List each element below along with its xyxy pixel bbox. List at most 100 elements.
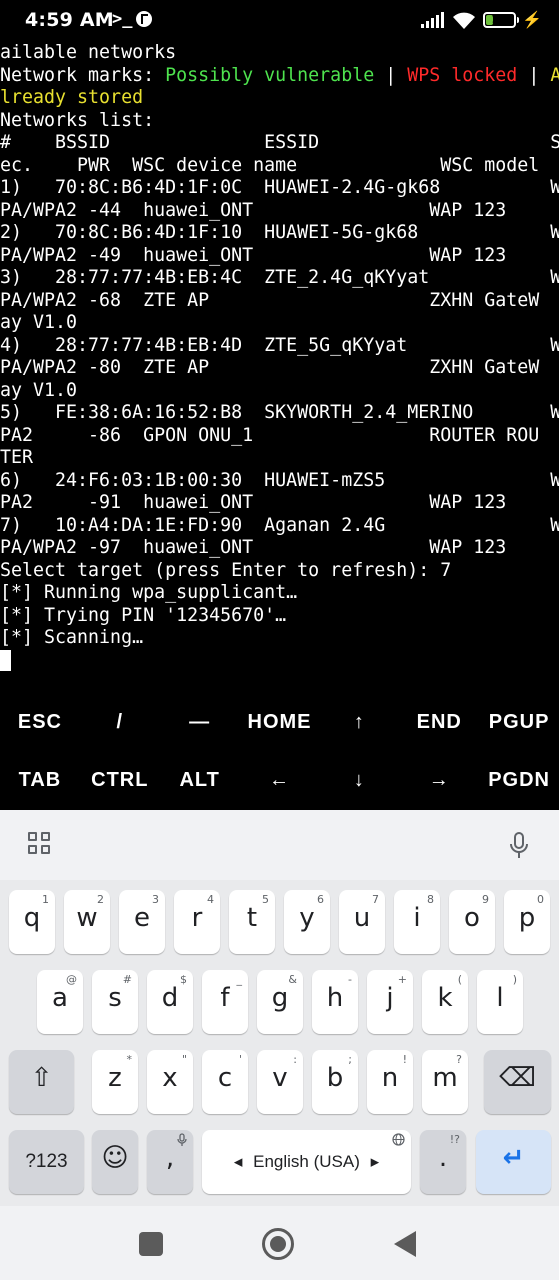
terminal-line: Select target (press Enter to refresh): … (0, 560, 559, 583)
extra-key-2-4[interactable]: ← (240, 750, 320, 808)
key-m[interactable]: m? (422, 1050, 468, 1114)
key-b[interactable]: b; (312, 1050, 358, 1114)
key-b-label: b (326, 1063, 344, 1093)
extra-key-1-4[interactable]: HOME (240, 692, 320, 750)
key-l[interactable]: l) (477, 970, 523, 1034)
key-h[interactable]: h- (312, 970, 358, 1034)
app-notification-icon (136, 11, 152, 27)
symbols-key-label: ?123 (25, 1151, 68, 1172)
key-o-hint: 9 (482, 893, 489, 906)
key-b-hint: ; (348, 1053, 352, 1066)
extra-key-2-7[interactable]: PGDN (479, 750, 559, 808)
terminal-text: 6) 24:F6:03:1B:00:30 HUAWEI-mZS5 W (0, 469, 559, 491)
key-p-label: p (518, 903, 536, 933)
terminal-text: | (517, 64, 551, 86)
key-g[interactable]: g & (257, 970, 303, 1034)
shift-key[interactable]: ⇧ (9, 1050, 74, 1114)
key-q[interactable]: q1 (9, 890, 55, 954)
extra-key-2-1[interactable]: TAB (0, 750, 80, 808)
key-c[interactable]: c ' (202, 1050, 248, 1114)
terminal-text: PA/WPA2 -68 ZTE AP ZXHN GateW (0, 289, 540, 311)
home-button[interactable] (262, 1228, 294, 1260)
key-t-label: t (246, 903, 258, 933)
extra-key-1-7[interactable]: PGUP (479, 692, 559, 750)
key-t[interactable]: t5 (229, 890, 275, 954)
space-key[interactable]: ◂ English (USA) ▸ (202, 1130, 411, 1194)
terminal-line: 6) 24:F6:03:1B:00:30 HUAWEI-mZS5 W (0, 470, 559, 493)
enter-key-label: ↵ (502, 1143, 525, 1173)
symbols-key[interactable]: ?123 (9, 1130, 84, 1194)
terminal-line: lready stored (0, 87, 559, 110)
extra-key-1-6[interactable]: END (399, 692, 479, 750)
key-v[interactable]: v: (257, 1050, 303, 1114)
terminal-line: 2) 70:8C:B6:4D:1F:10 HUAWEI-5G-gk68 W (0, 222, 559, 245)
key-x[interactable]: x " (147, 1050, 193, 1114)
terminal-text: # BSSID ESSID S (0, 132, 559, 153)
extra-keys-bar: ESC / — HOME ↑ END PGUP TAB CTRL ALT ← ↓ → PGDN (0, 692, 559, 810)
key-n-label: n (381, 1063, 399, 1093)
terminal-line: [*] Scanning… (0, 627, 559, 650)
key-f[interactable]: f _ (202, 970, 248, 1034)
key-t-hint: 5 (262, 893, 269, 906)
recents-button[interactable] (139, 1232, 163, 1256)
terminal-line: [*] Running wpa_supplicant… (0, 582, 559, 605)
key-n[interactable]: n! (367, 1050, 413, 1114)
key-c-hint: ' (238, 1053, 242, 1066)
key-j[interactable]: j + (367, 970, 413, 1034)
key-d[interactable]: d $ (147, 970, 193, 1034)
terminal-output[interactable]: ailable networks Network marks: Possibly … (0, 42, 559, 682)
key-a[interactable]: a @ (37, 970, 83, 1034)
key-r[interactable]: r4 (174, 890, 220, 954)
key-a-label: a (52, 983, 68, 1013)
extra-key-2-6[interactable]: → (399, 750, 479, 808)
extra-key-2-3[interactable]: ALT (160, 750, 240, 808)
key-k[interactable]: k( (422, 970, 468, 1034)
microphone-icon[interactable] (508, 832, 530, 860)
backspace-key[interactable]: ⌫ (484, 1050, 551, 1114)
key-y[interactable]: y6 (284, 890, 330, 954)
emoji-key-label: ☺ (101, 1143, 129, 1173)
key-p[interactable]: p0 (504, 890, 550, 954)
charging-icon: ⚡ (522, 12, 542, 29)
period-key[interactable]: .!? (420, 1130, 466, 1194)
extra-key-1-3[interactable]: — (160, 692, 240, 750)
terminal-line: [*] Trying PIN '12345670'… (0, 605, 559, 628)
key-v-label: v (272, 1063, 288, 1093)
signal-icon (421, 12, 445, 28)
terminal-line: PA/WPA2 -44 huawei_ONT WAP 123 (0, 200, 559, 223)
key-j-hint: + (397, 973, 407, 986)
soft-keyboard: q 1 w 2 e 3 r 4 t 5 y 6 u 7 i 8 o 9 p 0 a @ s # d $ f _ g & h - j + k(l) ⇧ z… (0, 810, 559, 1206)
extra-key-1-2[interactable]: / (80, 692, 160, 750)
terminal-line: ec. PWR WSC device name WSC model (0, 155, 559, 178)
emoji-key[interactable]: ☺ (92, 1130, 138, 1194)
key-q-hint: 1 (42, 893, 49, 906)
terminal-text: ailable networks (0, 42, 177, 63)
key-x-label: x (162, 1063, 178, 1093)
key-s[interactable]: s # (92, 970, 138, 1034)
key-i[interactable]: i8 (394, 890, 440, 954)
key-l-label: l (496, 983, 504, 1013)
key-z[interactable]: z * (92, 1050, 138, 1114)
extra-key-1-5[interactable]: ↑ (319, 692, 399, 750)
extra-key-1-1[interactable]: ESC (0, 692, 80, 750)
key-e[interactable]: e3 (119, 890, 165, 954)
back-button[interactable] (394, 1231, 416, 1257)
key-c-label: c (217, 1063, 233, 1093)
key-w[interactable]: w2 (64, 890, 110, 954)
comma-key[interactable]: , (147, 1130, 193, 1194)
terminal-line: 4) 28:77:77:4B:EB:4D ZTE_5G_qKYyat W (0, 335, 559, 358)
key-u-hint: 7 (372, 893, 379, 906)
extra-key-2-2[interactable]: CTRL (80, 750, 160, 808)
key-g-hint: & (288, 973, 297, 986)
apps-grid-icon[interactable] (28, 832, 52, 856)
enter-key[interactable]: ↵ (476, 1130, 551, 1194)
key-r-label: r (191, 903, 203, 933)
terminal-notification-icon: >_ (112, 9, 133, 29)
key-o[interactable]: o9 (449, 890, 495, 954)
extra-key-2-5[interactable]: ↓ (319, 750, 399, 808)
extra-keys-row-2: TAB CTRL ALT ← ↓ → PGDN (0, 750, 559, 808)
key-y-hint: 6 (317, 893, 324, 906)
key-h-hint: - (348, 973, 352, 986)
wifi-icon (452, 12, 476, 30)
key-u[interactable]: u7 (339, 890, 385, 954)
